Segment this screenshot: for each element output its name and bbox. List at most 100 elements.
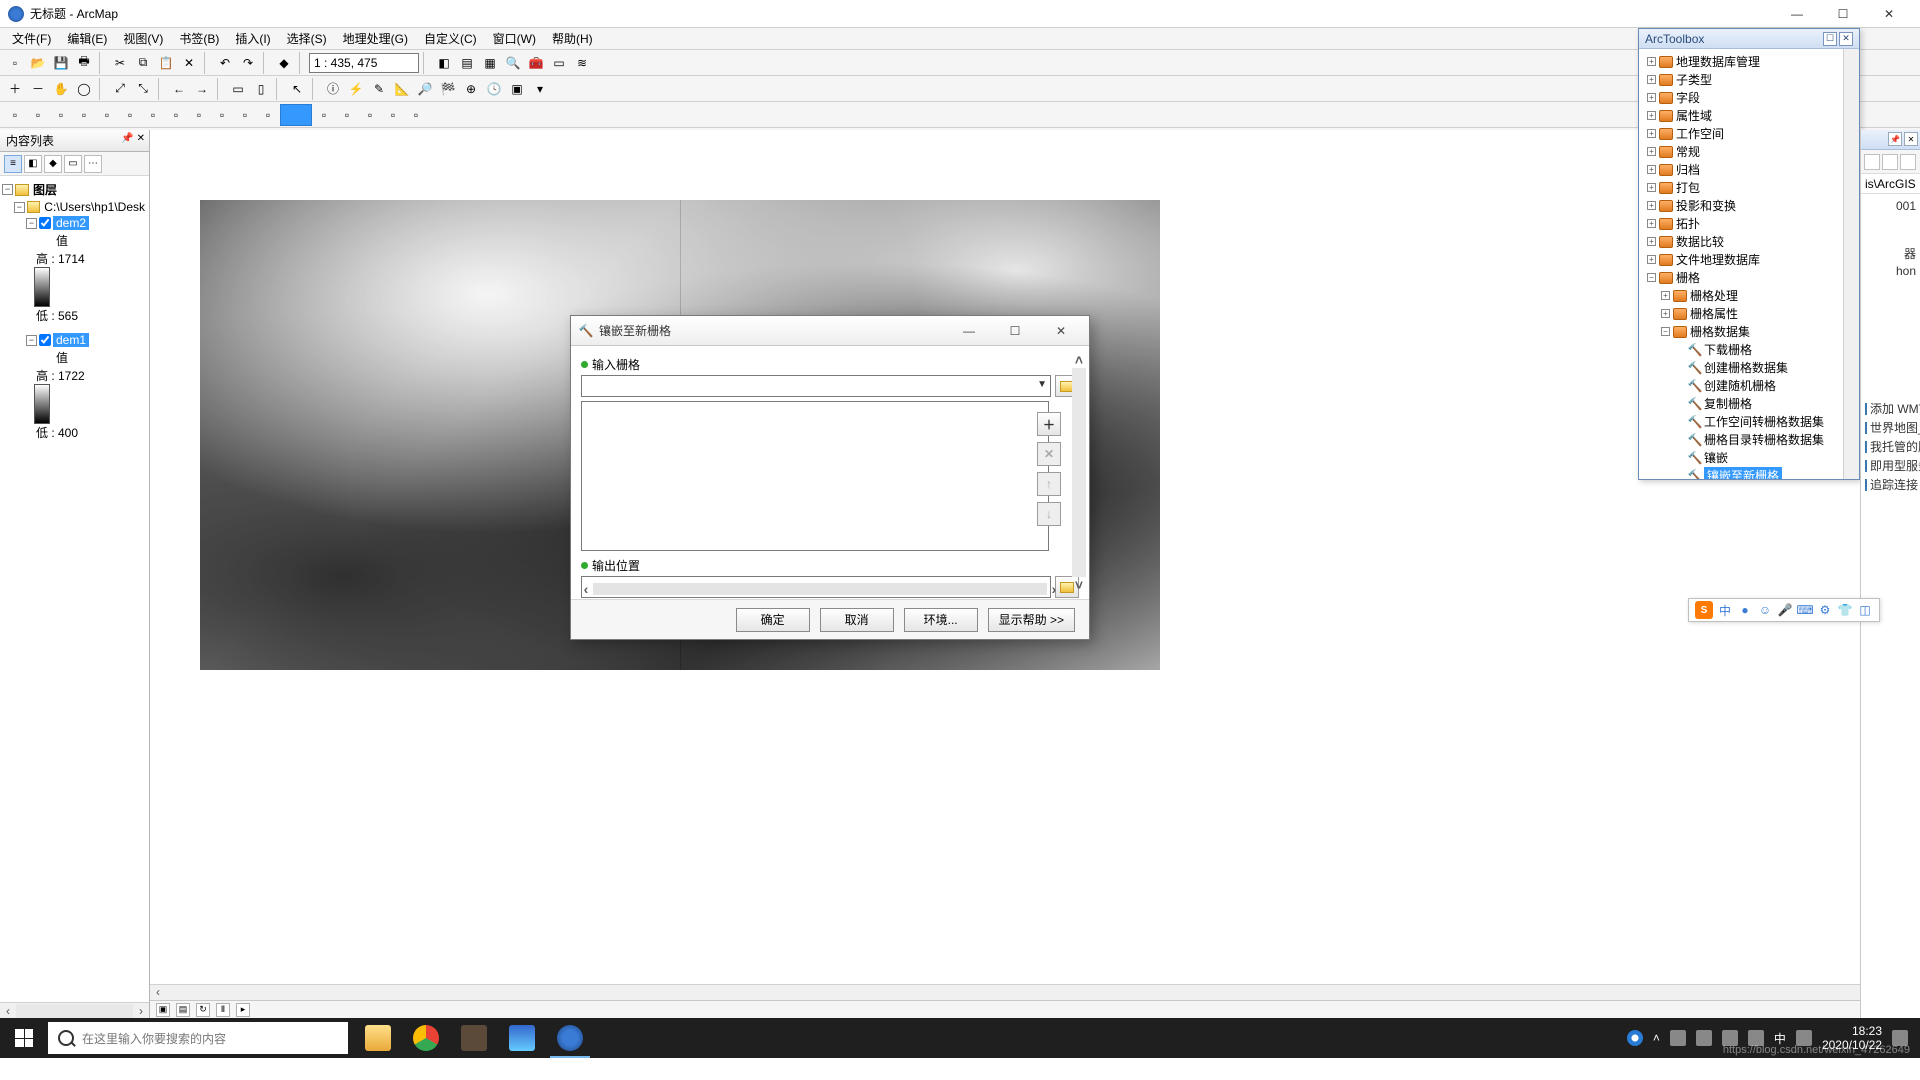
expand-icon[interactable]: +	[1647, 57, 1656, 66]
toolbox-toolset[interactable]: +数据比较	[1641, 233, 1841, 251]
toolbox-toolset[interactable]: +打包	[1641, 179, 1841, 197]
go-to-xy-icon[interactable]: ⊕	[460, 78, 482, 100]
expand-icon[interactable]: −	[26, 218, 37, 229]
expand-icon[interactable]: +	[1647, 219, 1656, 228]
panel-pin-icon[interactable]: 📌	[1888, 132, 1902, 146]
taskbar-search[interactable]: 在这里输入你要搜索的内容	[48, 1022, 348, 1054]
delete-icon[interactable]: ✕	[178, 52, 200, 74]
scroll-right-icon[interactable]: ›	[1047, 581, 1061, 597]
window-maximize-button[interactable]: ☐	[1820, 0, 1866, 28]
menu-item[interactable]: 选择(S)	[279, 28, 335, 49]
layer-name[interactable]: dem2	[53, 216, 89, 230]
expand-icon[interactable]: +	[1647, 93, 1656, 102]
expand-icon[interactable]: −	[2, 184, 13, 195]
copy-icon[interactable]: ⧉	[132, 52, 154, 74]
options-icon[interactable]: ⋯	[84, 155, 102, 173]
toc-tree[interactable]: −图层−C:\Users\hp1\Desk−dem2值高 : 1714低 : 5…	[0, 176, 149, 1002]
sogou-ime-icon[interactable]: S	[1695, 601, 1713, 619]
effects-icon[interactable]: ▫	[188, 104, 210, 126]
create-viewer-icon[interactable]: ▣	[506, 78, 528, 100]
time-slider-icon[interactable]: 🕓	[483, 78, 505, 100]
zoom-in-icon[interactable]: ＋	[4, 78, 26, 100]
toolbox-tool[interactable]: 🔨下载栅格	[1641, 341, 1841, 359]
list-item[interactable]: 器	[1865, 244, 1916, 263]
layer-visibility-checkbox[interactable]	[39, 334, 51, 346]
catalog-btn-icon[interactable]	[1882, 154, 1898, 170]
environments-button[interactable]: 环境...	[904, 608, 978, 632]
toolbox-toolset[interactable]: +栅格属性	[1641, 305, 1841, 323]
scroll-left-icon[interactable]: ‹	[0, 1004, 16, 1018]
effects-icon[interactable]: ▫	[119, 104, 141, 126]
pause-icon[interactable]: Ⅱ	[216, 1003, 230, 1017]
dialog-hscrollbar[interactable]: ‹ ›	[579, 582, 1061, 596]
ime-emoji-icon[interactable]: ☺	[1757, 602, 1773, 618]
menu-item[interactable]: 自定义(C)	[416, 28, 485, 49]
scroll-track[interactable]	[1072, 368, 1086, 577]
effects-icon[interactable]: ▫	[405, 104, 427, 126]
menu-item[interactable]: 视图(V)	[115, 28, 171, 49]
toc-icon[interactable]: ▤	[456, 52, 478, 74]
toolbox-toolset[interactable]: −栅格数据集	[1641, 323, 1841, 341]
ime-lang-icon[interactable]: 中	[1717, 602, 1733, 618]
tray-icon[interactable]	[1670, 1030, 1686, 1046]
taskbar-app-explorer[interactable]	[354, 1018, 402, 1058]
menu-item[interactable]: 插入(I)	[227, 28, 278, 49]
effects-icon[interactable]: ▫	[27, 104, 49, 126]
expand-icon[interactable]: +	[1647, 183, 1656, 192]
print-icon[interactable]: 🖶	[73, 52, 95, 74]
find-route-icon[interactable]: 🏁	[437, 78, 459, 100]
catalog-item[interactable]: 我托管的服务	[1865, 437, 1916, 456]
open-icon[interactable]: 📂	[27, 52, 49, 74]
datasource-path[interactable]: C:\Users\hp1\Desk	[42, 200, 147, 214]
list-by-selection-icon[interactable]: ▭	[64, 155, 82, 173]
scroll-left-icon[interactable]: ‹	[150, 985, 166, 1000]
taskbar-app-generic[interactable]	[450, 1018, 498, 1058]
toolbox-toolset[interactable]: +工作空间	[1641, 125, 1841, 143]
layer-visibility-checkbox[interactable]	[39, 217, 51, 229]
editor-toolbar-icon[interactable]: ◧	[433, 52, 455, 74]
effects-icon[interactable]: ▫	[73, 104, 95, 126]
catalog-item[interactable]: 添加 WMTS 服务器	[1865, 399, 1916, 418]
toolbox-toolset[interactable]: +字段	[1641, 89, 1841, 107]
effects-icon[interactable]: ▫	[211, 104, 233, 126]
zoom-out-icon[interactable]: －	[27, 78, 49, 100]
html-popup-icon[interactable]: ✎	[368, 78, 390, 100]
start-button[interactable]	[0, 1018, 48, 1058]
data-view-icon[interactable]: ▣	[156, 1003, 170, 1017]
toolbox-toolset[interactable]: +拓扑	[1641, 215, 1841, 233]
expand-icon[interactable]: +	[1647, 111, 1656, 120]
catalog-header[interactable]: 📌 ✕	[1861, 130, 1920, 150]
viewer-dropdown-icon[interactable]: ▾	[529, 78, 551, 100]
expand-icon[interactable]: −	[14, 202, 25, 213]
toolbox-toolset[interactable]: −栅格	[1641, 269, 1841, 287]
arctoolbox-icon[interactable]: 🧰	[525, 52, 547, 74]
effects-icon[interactable]: ▫	[142, 104, 164, 126]
taskbar-app-arcmap[interactable]	[546, 1018, 594, 1058]
modelbuilder-icon[interactable]: ≋	[571, 52, 593, 74]
list-by-drawing-order-icon[interactable]: ≡	[4, 155, 22, 173]
catalog-btn-icon[interactable]	[1900, 154, 1916, 170]
toolbox-tool[interactable]: 🔨镶嵌	[1641, 449, 1841, 467]
ime-toolbox-icon[interactable]: ◫	[1857, 602, 1873, 618]
expand-icon[interactable]: +	[1647, 75, 1656, 84]
remove-item-button[interactable]: ✕	[1037, 442, 1061, 466]
expand-icon[interactable]: +	[1661, 291, 1670, 300]
save-icon[interactable]: 💾	[50, 52, 72, 74]
tray-help-icon[interactable]	[1627, 1030, 1643, 1046]
toolbox-tool[interactable]: 🔨栅格目录转栅格数据集	[1641, 431, 1841, 449]
cancel-button[interactable]: 取消	[820, 608, 894, 632]
identify-icon[interactable]: ⓘ	[322, 78, 344, 100]
back-extent-icon[interactable]: ←	[168, 78, 190, 100]
toolbox-toolset[interactable]: +子类型	[1641, 71, 1841, 89]
show-help-button[interactable]: 显示帮助 >>	[988, 608, 1075, 632]
expand-icon[interactable]: −	[26, 335, 37, 346]
layer-name[interactable]: dem1	[53, 333, 89, 347]
toolbox-toolset[interactable]: +投影和变换	[1641, 197, 1841, 215]
catalog-item[interactable]: 世界地图_wms111，在 support.supermap.con	[1865, 418, 1916, 437]
layers-root[interactable]: 图层	[31, 181, 59, 198]
refresh-icon[interactable]: ↻	[196, 1003, 210, 1017]
arctoolbox-tree[interactable]: +地理数据库管理+子类型+字段+属性域+工作空间+常规+归档+打包+投影和变换+…	[1639, 49, 1843, 479]
select-elements-icon[interactable]: ↖	[286, 78, 308, 100]
toolbox-tool[interactable]: 🔨复制栅格	[1641, 395, 1841, 413]
scroll-track[interactable]	[16, 1004, 133, 1018]
